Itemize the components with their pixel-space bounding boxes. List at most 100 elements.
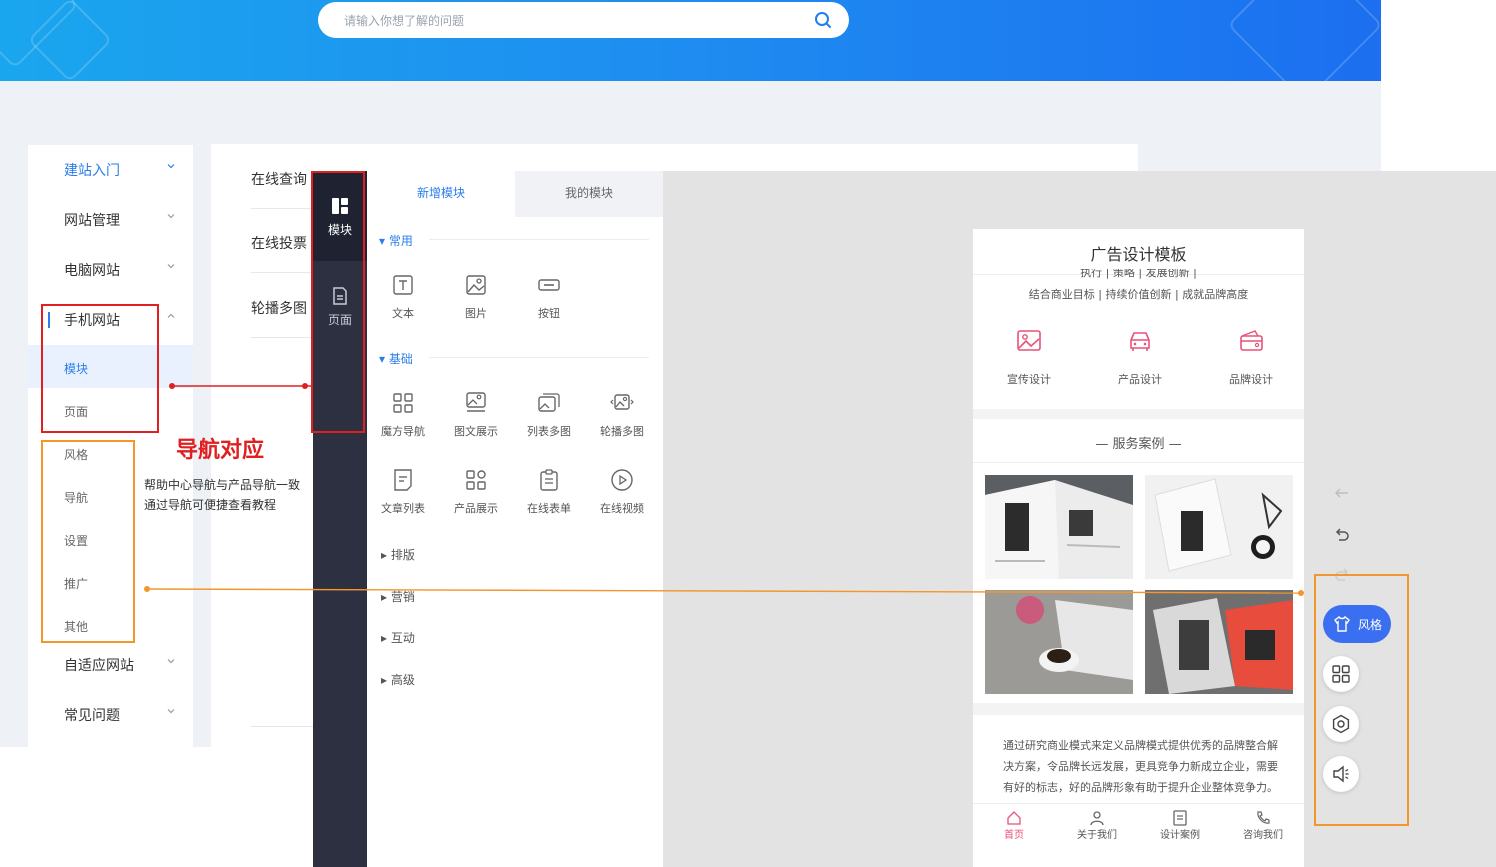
hero-section: 广告设计模板 执行 | 策略 | 发展创新 | 结合商业目标 | 持续价值创新 … [973,229,1304,409]
sidebar-item-responsive-site[interactable]: 自适应网站 [28,640,193,690]
chevron-down-icon [167,659,175,664]
section-basic-header[interactable]: ▾ 基础 [379,350,413,367]
chevron-down-icon [167,164,175,169]
chevron-up-icon [167,313,175,318]
module-carousel[interactable]: 轮播多图 [586,391,658,447]
tabbar-contact[interactable]: 咨询我们 [1222,804,1304,846]
annotation-orange-box-tools [1314,574,1409,826]
content-row[interactable]: 轮播多图 [251,298,307,318]
case-title: — 服务案例 — [1095,437,1182,452]
home-icon [1007,811,1021,825]
module-online-video[interactable]: 在线视频 [586,468,658,524]
image-icon [466,275,486,295]
sidebar-item-getting-started[interactable]: 建站入门 [28,145,193,195]
image-text-icon [466,392,486,412]
content-row[interactable]: 在线投票 [251,233,307,253]
section-title: 高级 [390,673,415,687]
module-label: 在线表单 [527,502,571,515]
carousel-icon [610,394,634,410]
module-label: 产品展示 [454,502,498,515]
tab-new-module[interactable]: 新增模块 [367,171,515,217]
module-product-display[interactable]: 产品展示 [440,468,512,524]
section-layout[interactable]: ▸ 排版 [381,546,415,563]
sidebar-item-label: 电脑网站 [64,263,120,279]
case-image-fashion[interactable] [1145,475,1293,579]
section-title: 基础 [388,352,413,366]
user-icon [1090,811,1104,826]
phone-tabbar: 首页 关于我们 设计案例 咨询我们 [973,804,1304,846]
search-icon[interactable] [813,10,833,30]
tabbar-about[interactable]: 关于我们 [1056,804,1138,846]
service-label: 宣传设计 [1007,373,1051,386]
module-cube-nav[interactable]: 魔方导航 [367,391,439,447]
module-label: 文章列表 [381,502,425,515]
sidebar-item-site-management[interactable]: 网站管理 [28,195,193,245]
annotation-title: 导航对应 [176,438,265,463]
button-icon [538,279,560,291]
module-image[interactable]: 图片 [440,273,512,329]
product-display-icon [466,470,486,490]
module-label: 按钮 [538,307,560,320]
sidebar-item-faq[interactable]: 常见问题 [28,690,193,740]
module-label: 轮播多图 [600,425,644,438]
undo-icon[interactable] [1333,526,1351,544]
service-label: 产品设计 [1118,373,1162,386]
section-common-header[interactable]: ▾ 常用 [379,232,413,249]
section-title: 营销 [390,590,415,604]
online-form-icon [540,469,558,491]
service-product-design[interactable]: 产品设计 [1095,327,1185,387]
section-advanced[interactable]: ▸ 高级 [381,671,415,688]
case-image-magazine[interactable] [985,475,1133,579]
module-online-form[interactable]: 在线表单 [513,468,585,524]
document-icon [1173,810,1187,826]
tabbar-label: 首页 [1004,830,1024,841]
card-icon [1240,330,1263,351]
module-label: 魔方导航 [381,425,425,438]
phone-subtitle-1: 执行 | 策略 | 发展创新 | [1080,269,1197,279]
tabbar-label: 关于我们 [1077,830,1117,841]
service-brand-design[interactable]: 品牌设计 [1206,327,1296,387]
annotation-text: 帮助中心导航与产品导航一致 通过导航可便捷查看教程 [144,475,300,515]
tabbar-cases[interactable]: 设计案例 [1139,804,1221,846]
text-icon [393,275,413,295]
divider [251,726,321,727]
module-panel: 新增模块 我的模块 ▾ 常用 文本 图片 按钮 ▾ 基础 魔方导航 图文展示 列… [367,171,663,867]
section-interaction[interactable]: ▸ 互动 [381,629,415,646]
module-text[interactable]: 文本 [367,273,439,329]
service-label: 品牌设计 [1229,373,1273,386]
section-marketing[interactable]: ▸ 营销 [381,588,415,605]
phone-icon [1257,811,1270,824]
arrow-left-icon[interactable] [1333,484,1351,502]
section-title: 常用 [388,234,413,248]
section-title: 互动 [390,631,415,645]
module-button[interactable]: 按钮 [513,273,585,329]
service-promo-design[interactable]: 宣传设计 [984,327,1074,387]
phone-subtitle-2: 结合商业目标 | 持续价值创新 | 成就品牌高度 [1028,288,1249,301]
image-icon [1017,330,1041,351]
module-label: 图文展示 [454,425,498,438]
module-list-gallery[interactable]: 列表多图 [513,391,585,447]
module-article-list[interactable]: 文章列表 [367,468,439,524]
content-row[interactable]: 在线查询 [251,169,307,189]
sidebar-item-pc-site[interactable]: 电脑网站 [28,245,193,295]
description-section: 通过研究商业模式来定义品牌模式提供优秀的品牌整合解决方案，令品牌长远发展，更具竞… [973,715,1304,867]
tabbar-home[interactable]: 首页 [973,804,1055,846]
tabbar-label: 设计案例 [1160,830,1200,841]
case-image-books[interactable] [1145,590,1293,694]
cube-nav-icon [393,393,413,413]
module-image-text[interactable]: 图文展示 [440,391,512,447]
sidebar-item-label: 建站入门 [64,163,120,179]
module-label: 在线视频 [600,502,644,515]
tab-my-module[interactable]: 我的模块 [515,171,663,217]
annotation-line: 帮助中心导航与产品导航一致 [144,478,301,492]
sidebar-item-label: 常见问题 [64,708,120,724]
search-bar[interactable]: 请输入你想了解的问题 [318,2,849,38]
phone-title: 广告设计模板 [1090,245,1187,264]
divider [973,462,1304,463]
module-label: 文本 [392,307,414,320]
annotation-red-box-sidebar [41,304,159,433]
divider [429,239,649,240]
case-image-coffee[interactable] [985,590,1133,694]
case-section: — 服务案例 — [973,419,1304,703]
section-title: 排版 [390,548,415,562]
